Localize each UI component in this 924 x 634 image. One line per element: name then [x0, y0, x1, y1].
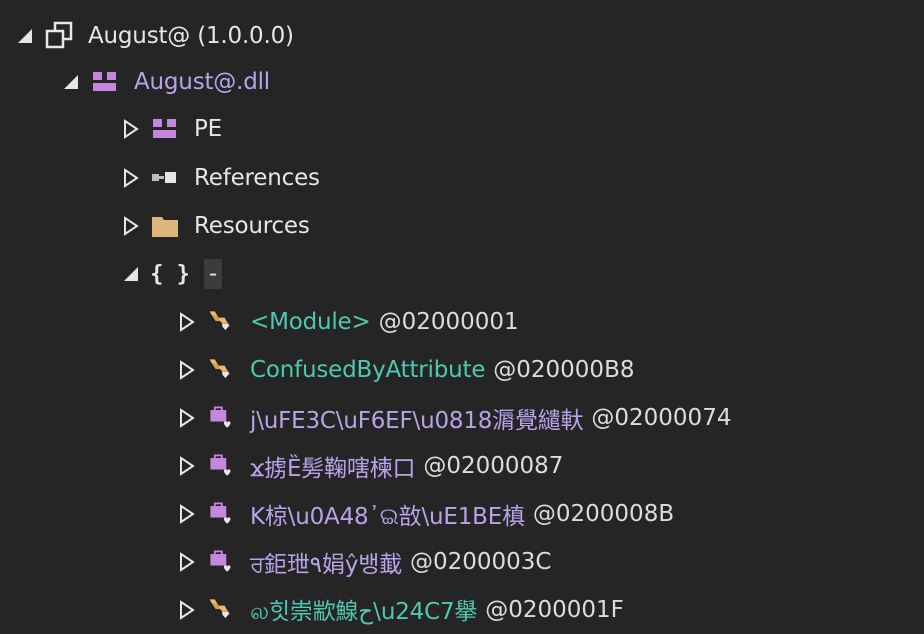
assembly-icon [44, 21, 74, 51]
collapsed-arrow-icon[interactable] [176, 407, 198, 429]
tree-node-type[interactable]: ConfusedByAttribute @020000B8 [176, 346, 634, 394]
tree-node-type[interactable]: K椋\u0A48᾿ଇ敨\uE1BE槙 @0200008B [176, 490, 674, 538]
type-token: @02000074 [591, 405, 732, 431]
type-token: @0200008B [532, 501, 675, 527]
class-icon [206, 595, 236, 625]
namespace-braces-icon: { } [150, 259, 190, 289]
tree-node-type[interactable]: ல힛崇歂鰁ح\u24C7擧 @0200001F [176, 586, 624, 634]
assembly-label[interactable]: August@ (1.0.0.0) [88, 23, 294, 49]
references-label[interactable]: References [194, 165, 320, 191]
type-token: @0200003C [410, 549, 552, 575]
tree-node-resources[interactable]: Resources [120, 202, 310, 250]
namespace-label[interactable]: - [204, 259, 223, 289]
tree-node-references[interactable]: References [120, 154, 320, 202]
tree-node-type[interactable]: <Module> @02000001 [176, 298, 519, 346]
pe-label[interactable]: PE [194, 116, 222, 142]
type-name[interactable]: ϫ掳Ȅ髣鞠嗐楝口 [250, 449, 416, 483]
tree-node-pe[interactable]: PE [120, 105, 222, 153]
resources-label[interactable]: Resources [194, 213, 310, 239]
type-token: @0200001F [485, 597, 624, 623]
struct-icon [206, 403, 236, 433]
expanded-arrow-icon[interactable] [120, 263, 142, 285]
tree-node-assembly[interactable]: August@ (1.0.0.0) [14, 12, 294, 60]
expanded-arrow-icon[interactable] [14, 25, 36, 47]
namespace-braces-text: { } [150, 261, 190, 287]
collapsed-arrow-icon[interactable] [120, 215, 142, 237]
struct-icon [206, 547, 236, 577]
module-icon [90, 67, 120, 97]
collapsed-arrow-icon[interactable] [176, 503, 198, 525]
tree-node-type[interactable]: ਰ鉅玴٩娟ŷ뱅韯 @0200003C [176, 538, 552, 586]
type-name[interactable]: ConfusedByAttribute [250, 357, 485, 383]
tree-node-type[interactable]: j\uFE3C\uF6EF\u0818漘覺繾軑 @02000074 [176, 394, 731, 442]
type-name[interactable]: ਰ鉅玴٩娟ŷ뱅韯 [250, 545, 402, 579]
class-icon [206, 355, 236, 385]
struct-icon [206, 499, 236, 529]
collapsed-arrow-icon[interactable] [120, 118, 142, 140]
assembly-explorer-tree: August@ (1.0.0.0) August@.dll PE Referen… [0, 0, 924, 634]
collapsed-arrow-icon[interactable] [176, 359, 198, 381]
type-name[interactable]: K椋\u0A48᾿ଇ敨\uE1BE槙 [250, 497, 525, 531]
type-token: @020000B8 [493, 357, 635, 383]
type-name[interactable]: j\uFE3C\uF6EF\u0818漘覺繾軑 [250, 401, 584, 435]
class-icon [206, 307, 236, 337]
type-token: @02000087 [423, 453, 564, 479]
tree-node-namespace[interactable]: { } - [120, 250, 223, 298]
pe-icon [150, 114, 180, 144]
tree-node-type[interactable]: ϫ掳Ȅ髣鞠嗐楝口 @02000087 [176, 442, 563, 490]
module-label[interactable]: August@.dll [134, 69, 270, 95]
type-token: @02000001 [378, 309, 519, 335]
tree-node-module[interactable]: August@.dll [60, 58, 270, 106]
collapsed-arrow-icon[interactable] [120, 167, 142, 189]
expanded-arrow-icon[interactable] [60, 71, 82, 93]
collapsed-arrow-icon[interactable] [176, 455, 198, 477]
struct-icon [206, 451, 236, 481]
folder-icon [150, 211, 180, 241]
type-name[interactable]: ல힛崇歂鰁ح\u24C7擧 [250, 592, 477, 628]
collapsed-arrow-icon[interactable] [176, 311, 198, 333]
collapsed-arrow-icon[interactable] [176, 551, 198, 573]
references-icon [150, 163, 180, 193]
collapsed-arrow-icon[interactable] [176, 599, 198, 621]
type-name[interactable]: <Module> [250, 309, 371, 335]
